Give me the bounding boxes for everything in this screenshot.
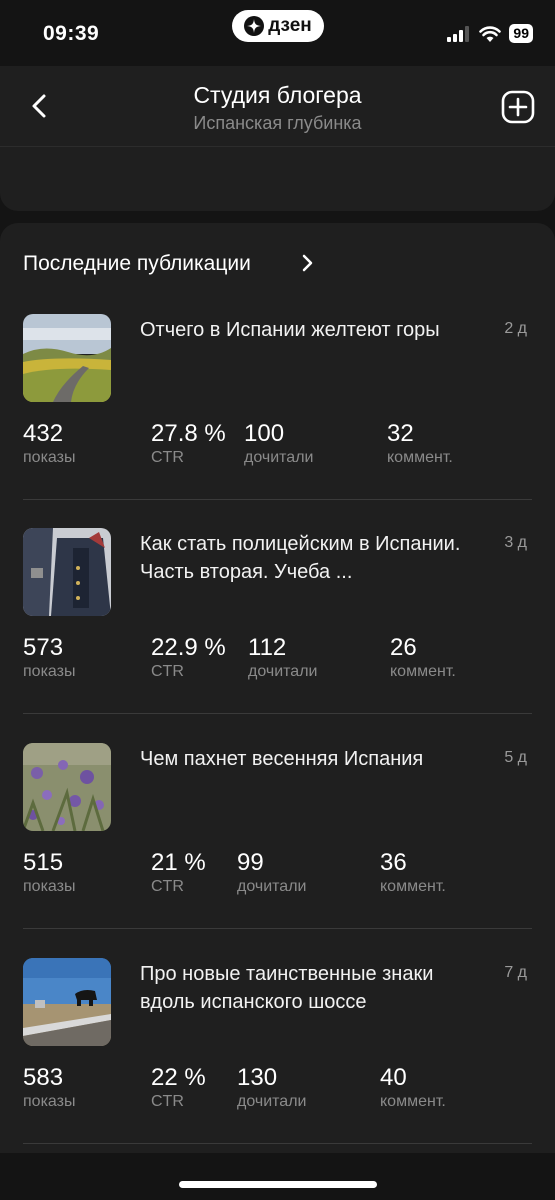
divider bbox=[23, 499, 532, 500]
stat-ctr: 22 % CTR bbox=[151, 1064, 206, 1111]
stat-label: дочитали bbox=[244, 449, 314, 466]
stat-read: 100 дочитали bbox=[244, 420, 313, 467]
stat-label: показы bbox=[23, 449, 76, 466]
battery-indicator: 99 bbox=[509, 24, 533, 43]
publication-title[interactable]: Отчего в Испании желтеют горы bbox=[140, 316, 480, 344]
stat-label: коммент. bbox=[387, 449, 453, 466]
publication-item[interactable]: Как стать полицейским в Испании. Часть в… bbox=[0, 528, 555, 742]
stat-value: 583 bbox=[23, 1064, 64, 1091]
publication-title[interactable]: Про новые таинственные знаки вдоль испан… bbox=[140, 960, 480, 1016]
stat-comments: 36 коммент. bbox=[380, 849, 446, 896]
add-publication-icon[interactable] bbox=[501, 90, 535, 124]
page-title: Студия блогера bbox=[193, 82, 362, 108]
stat-label: коммент. bbox=[380, 1093, 446, 1110]
stat-label: дочитали bbox=[237, 878, 307, 895]
home-indicator[interactable] bbox=[179, 1181, 377, 1188]
divider bbox=[23, 928, 532, 929]
stat-label: CTR bbox=[151, 878, 184, 895]
stat-value: 432 bbox=[23, 420, 64, 447]
stat-value: 26 bbox=[390, 634, 417, 661]
stat-label: CTR bbox=[151, 449, 184, 466]
divider bbox=[23, 713, 532, 714]
stat-value: 99 bbox=[237, 849, 264, 876]
stat-comments: 26 коммент. bbox=[390, 634, 456, 681]
publication-age: 2 д bbox=[504, 320, 527, 337]
publication-title[interactable]: Как стать полицейским в Испании. Часть в… bbox=[140, 530, 480, 586]
signal-icon bbox=[447, 25, 470, 42]
stat-ctr: 27.8 % CTR bbox=[151, 420, 226, 467]
publication-title[interactable]: Чем пахнет весенняя Испания bbox=[140, 745, 480, 773]
publication-thumbnail bbox=[23, 314, 111, 402]
status-bar: 09:39 дзен 99 bbox=[0, 0, 555, 66]
wifi-icon bbox=[479, 25, 502, 42]
publication-item[interactable]: Отчего в Испании желтеют горы 2 д 432 по… bbox=[0, 314, 555, 528]
stat-label: дочитали bbox=[237, 1093, 307, 1110]
stat-ctr: 22.9 % CTR bbox=[151, 634, 226, 681]
section-title[interactable]: Последние публикации bbox=[23, 252, 251, 276]
stat-value: 100 bbox=[244, 420, 285, 447]
stat-value: 22.9 % bbox=[151, 634, 226, 661]
publication-age: 5 д bbox=[504, 749, 527, 766]
publication-thumbnail bbox=[23, 743, 111, 831]
stat-comments: 32 коммент. bbox=[387, 420, 453, 467]
dzen-brand-label: дзен bbox=[268, 15, 312, 36]
stat-views: 573 показы bbox=[23, 634, 75, 681]
stat-label: дочитали bbox=[248, 663, 318, 680]
dzen-pill[interactable]: дзен bbox=[232, 10, 324, 42]
status-time: 09:39 bbox=[43, 22, 100, 45]
stat-value: 21 % bbox=[151, 849, 206, 876]
publication-item[interactable]: Про новые таинственные знаки вдоль испан… bbox=[0, 958, 555, 1172]
stat-ctr: 21 % CTR bbox=[151, 849, 206, 896]
stat-label: коммент. bbox=[380, 878, 446, 895]
stat-value: 27.8 % bbox=[151, 420, 226, 447]
app-header: Студия блогера Испанская глубинка bbox=[0, 66, 555, 147]
publication-thumbnail bbox=[23, 958, 111, 1046]
publication-item[interactable]: Чем пахнет весенняя Испания 5 д 515 пока… bbox=[0, 743, 555, 957]
stat-label: CTR bbox=[151, 663, 184, 680]
status-indicators: 99 bbox=[447, 24, 533, 43]
stat-value: 22 % bbox=[151, 1064, 206, 1091]
stat-label: показы bbox=[23, 663, 76, 680]
stat-views: 515 показы bbox=[23, 849, 75, 896]
dzen-star-icon bbox=[244, 16, 265, 36]
stat-label: коммент. bbox=[390, 663, 456, 680]
stat-views: 583 показы bbox=[23, 1064, 75, 1111]
publication-thumbnail bbox=[23, 528, 111, 616]
stat-value: 515 bbox=[23, 849, 64, 876]
page-subtitle: Испанская глубинка bbox=[193, 113, 362, 133]
stat-value: 130 bbox=[237, 1064, 278, 1091]
top-card bbox=[0, 147, 555, 211]
stat-value: 112 bbox=[248, 634, 287, 661]
divider bbox=[23, 1143, 532, 1144]
stat-value: 36 bbox=[380, 849, 407, 876]
stat-read: 130 дочитали bbox=[237, 1064, 306, 1111]
stat-label: CTR bbox=[151, 1093, 184, 1110]
stat-value: 40 bbox=[380, 1064, 407, 1091]
stat-label: показы bbox=[23, 1093, 76, 1110]
stat-value: 573 bbox=[23, 634, 64, 661]
stat-views: 432 показы bbox=[23, 420, 75, 467]
publication-age: 3 д bbox=[504, 534, 527, 551]
stat-read: 112 дочитали bbox=[248, 634, 317, 681]
stat-label: показы bbox=[23, 878, 76, 895]
publication-age: 7 д bbox=[504, 964, 527, 981]
stat-value: 32 bbox=[387, 420, 414, 447]
stat-comments: 40 коммент. bbox=[380, 1064, 446, 1111]
chevron-right-icon[interactable] bbox=[300, 253, 314, 273]
stat-read: 99 дочитали bbox=[237, 849, 306, 896]
